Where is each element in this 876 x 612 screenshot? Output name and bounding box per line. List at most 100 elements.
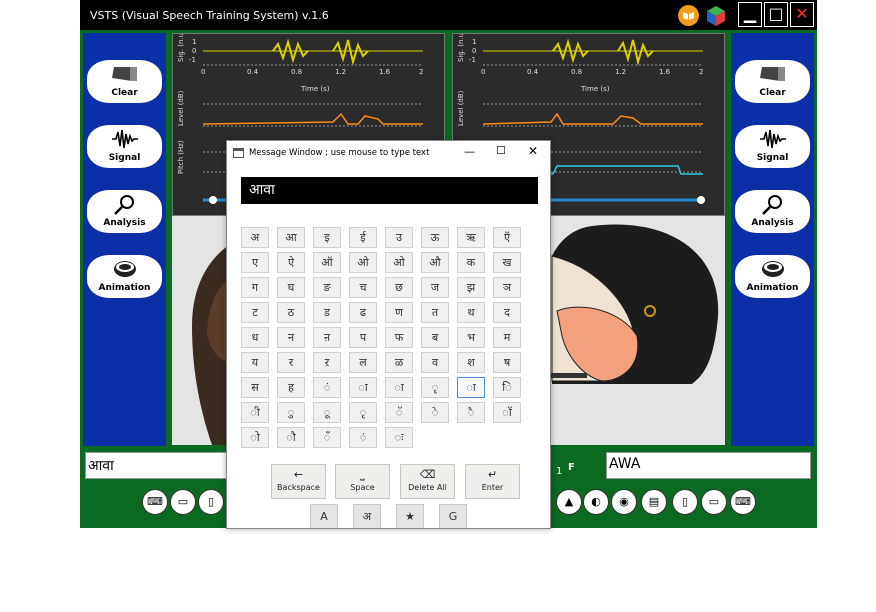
layout-icon[interactable]: ▤ <box>641 489 667 515</box>
key-button[interactable]: उ <box>385 227 413 248</box>
transcription-input-left[interactable]: आवा <box>85 452 245 479</box>
key-button[interactable]: फ <box>385 327 413 348</box>
key-button[interactable]: झ <box>457 277 485 298</box>
key-button[interactable]: आ <box>277 227 305 248</box>
key-button[interactable]: ढ <box>349 302 377 323</box>
key-button[interactable]: ॅ <box>385 402 413 423</box>
key-button[interactable]: ध <box>241 327 269 348</box>
message-text-field[interactable]: आवा <box>241 177 538 204</box>
key-button[interactable]: इ <box>313 227 341 248</box>
key-button[interactable]: ङ <box>313 277 341 298</box>
minimize-button[interactable]: ▁ <box>738 2 762 27</box>
keyboard-icon[interactable]: ⌨ <box>730 489 756 515</box>
key-button[interactable]: ृ <box>421 377 449 398</box>
clear-button-right[interactable]: Clear <box>735 60 810 103</box>
key-button[interactable]: अ <box>241 227 269 248</box>
cube-icon[interactable] <box>705 5 726 26</box>
key-button[interactable]: ठ <box>277 302 305 323</box>
key-button[interactable]: च <box>349 277 377 298</box>
key-button[interactable]: ौ <box>277 427 305 448</box>
animation-button-right[interactable]: Animation <box>735 255 810 298</box>
key-button[interactable]: न <box>277 327 305 348</box>
key-button[interactable]: ह <box>277 377 305 398</box>
key-button[interactable]: त <box>421 302 449 323</box>
animation-button[interactable]: Animation <box>87 255 162 298</box>
key-button[interactable]: ा <box>457 377 485 398</box>
key-button[interactable]: प <box>349 327 377 348</box>
book-icon[interactable] <box>678 5 699 26</box>
waveform-tool-icon[interactable]: ▯ <box>198 489 224 515</box>
key-button[interactable]: द <box>493 302 521 323</box>
transcription-input-right[interactable]: AWA <box>606 452 811 479</box>
key-button[interactable]: य <box>241 352 269 373</box>
key-button[interactable]: ऐ <box>277 252 305 273</box>
key-button[interactable]: म <box>493 327 521 348</box>
backspace-button[interactable]: ← Backspace <box>271 464 326 499</box>
analysis-button-right[interactable]: Analysis <box>735 190 810 233</box>
key-button[interactable]: श <box>457 352 485 373</box>
clear-button[interactable]: Clear <box>87 60 162 103</box>
space-button[interactable]: ⎵ Space <box>335 464 390 499</box>
key-button[interactable]: ओ <box>385 252 413 273</box>
key-button[interactable]: ऋ <box>457 227 485 248</box>
key-button[interactable]: ग <box>241 277 269 298</box>
maximize-button[interactable]: □ <box>764 2 788 27</box>
key-button[interactable]: ए <box>241 252 269 273</box>
key-button[interactable]: ू <box>313 402 341 423</box>
enter-button[interactable]: ↵ Enter <box>465 464 520 499</box>
mode-latin-button[interactable]: A <box>310 504 338 528</box>
key-button[interactable]: ो <box>241 427 269 448</box>
key-button[interactable]: ी <box>241 402 269 423</box>
mouth-icon[interactable]: ▲ <box>556 489 582 515</box>
key-button[interactable]: ँ <box>313 427 341 448</box>
key-button[interactable]: ष <box>493 352 521 373</box>
key-button[interactable]: ळ <box>385 352 413 373</box>
key-button[interactable]: ै <box>457 402 485 423</box>
key-button[interactable]: े <box>421 402 449 423</box>
key-button[interactable]: छ <box>385 277 413 298</box>
key-button[interactable]: र <box>277 352 305 373</box>
key-button[interactable]: क <box>457 252 485 273</box>
key-button[interactable]: थ <box>457 302 485 323</box>
video-cam-icon[interactable]: ▭ <box>170 489 196 515</box>
key-button[interactable]: ृ <box>349 402 377 423</box>
analysis-button[interactable]: Analysis <box>87 190 162 233</box>
key-button[interactable]: ज <box>421 277 449 298</box>
mode-g-button[interactable]: G <box>439 504 467 528</box>
key-button[interactable]: ं <box>313 377 341 398</box>
key-button[interactable]: ब <box>421 327 449 348</box>
close-button[interactable]: ✕ <box>790 2 814 27</box>
key-button[interactable]: ा <box>385 377 413 398</box>
msg-maximize-button[interactable]: ☐ <box>496 144 506 157</box>
signal-button-right[interactable]: Signal <box>735 125 810 168</box>
signal-button[interactable]: Signal <box>87 125 162 168</box>
key-button[interactable]: ा <box>349 377 377 398</box>
key-button[interactable]: ट <box>241 302 269 323</box>
head-icon[interactable]: ◐ <box>583 489 609 515</box>
key-button[interactable]: ः <box>385 427 413 448</box>
key-button[interactable]: भ <box>457 327 485 348</box>
key-button[interactable]: ऊ <box>421 227 449 248</box>
msg-close-button[interactable]: ✕ <box>528 144 538 158</box>
key-button[interactable]: ऩ <box>313 327 341 348</box>
key-button[interactable]: औ <box>421 252 449 273</box>
mode-symbols-button[interactable]: ★ <box>396 504 424 528</box>
key-button[interactable]: ऑ <box>313 252 341 273</box>
key-button[interactable]: ड <box>313 302 341 323</box>
key-button[interactable]: घ <box>277 277 305 298</box>
key-button[interactable]: ॉ <box>493 402 521 423</box>
delete-all-button[interactable]: ⌫ Delete All <box>400 464 455 499</box>
time-slider-handle[interactable] <box>209 196 217 204</box>
key-button[interactable]: ञ <box>493 277 521 298</box>
key-button[interactable]: ख <box>493 252 521 273</box>
time-slider-handle-right[interactable] <box>697 196 705 204</box>
waveform-tool-icon[interactable]: ▯ <box>672 489 698 515</box>
mode-devanagari-button[interactable]: अ <box>353 504 381 528</box>
key-button[interactable]: ई <box>349 227 377 248</box>
key-button[interactable]: स <box>241 377 269 398</box>
key-button[interactable]: ं <box>349 427 377 448</box>
key-button[interactable]: ि <box>493 377 521 398</box>
eye-icon[interactable]: ◉ <box>611 489 637 515</box>
key-button[interactable]: ऍ <box>493 227 521 248</box>
key-button[interactable]: व <box>421 352 449 373</box>
